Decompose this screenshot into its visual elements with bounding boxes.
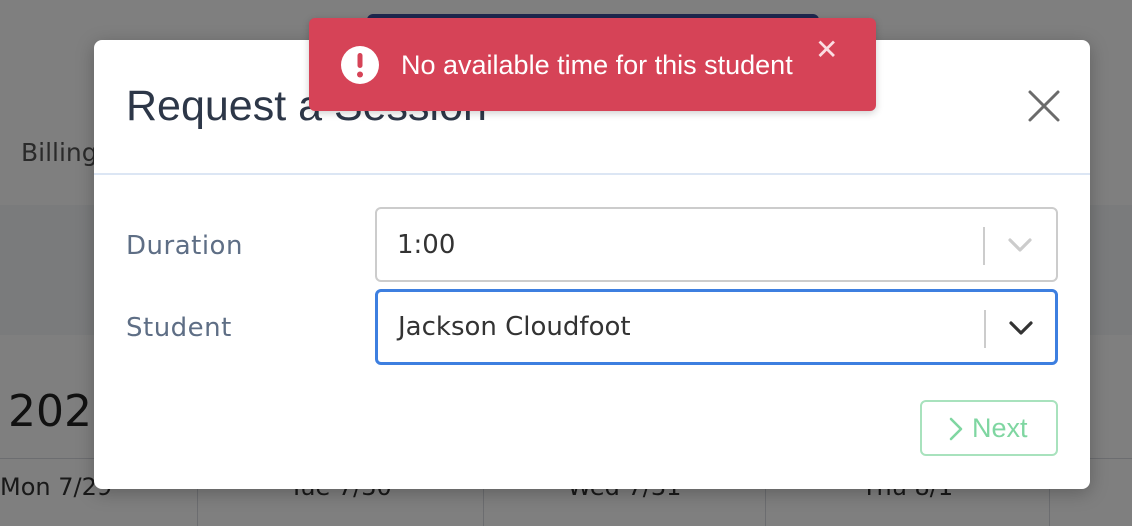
error-toast: No available time for this student ✕ xyxy=(309,18,876,111)
duration-select[interactable]: 1:00 xyxy=(375,207,1058,282)
chevron-down-icon[interactable] xyxy=(1008,318,1034,338)
next-button[interactable]: Next xyxy=(920,400,1058,456)
duration-value: 1:00 xyxy=(397,230,456,260)
toast-message: No available time for this student xyxy=(401,50,793,80)
chevron-right-icon xyxy=(948,416,964,442)
student-select[interactable]: Jackson Cloudfoot xyxy=(375,289,1058,365)
duration-label: Duration xyxy=(126,231,243,261)
close-icon[interactable]: ✕ xyxy=(815,36,838,64)
next-button-label: Next xyxy=(972,413,1028,443)
close-icon[interactable] xyxy=(1024,86,1064,126)
select-divider xyxy=(984,310,986,348)
select-divider xyxy=(983,227,985,265)
student-value: Jackson Cloudfoot xyxy=(398,312,631,342)
student-label: Student xyxy=(126,313,232,343)
chevron-down-icon[interactable] xyxy=(1007,235,1033,255)
alert-circle-icon xyxy=(340,45,380,85)
